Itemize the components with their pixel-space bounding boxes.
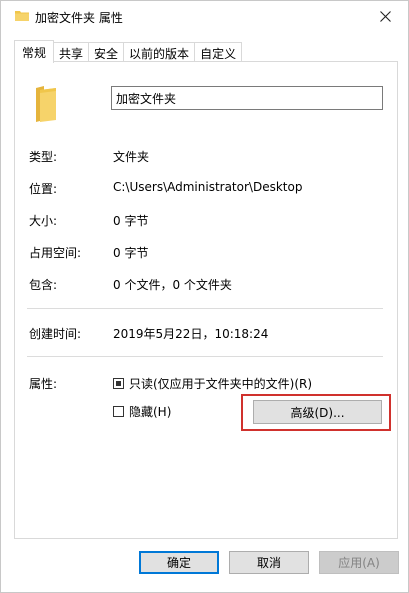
location-value: C:\Users\Administrator\Desktop (113, 180, 303, 194)
created-value: 2019年5月22日，10:18:24 (113, 327, 269, 341)
divider (27, 308, 383, 309)
tab-strip: 常规 共享 安全 以前的版本 自定义 (14, 40, 243, 63)
title-bar[interactable]: 加密文件夹 属性 (1, 1, 408, 31)
size-label: 大小: (29, 214, 58, 228)
tab-previous-versions[interactable]: 以前的版本 (123, 42, 196, 63)
created-label: 创建时间: (29, 327, 82, 341)
size-on-disk-value: 0 字节 (113, 246, 149, 260)
readonly-checkbox[interactable] (113, 378, 124, 389)
folder-icon (15, 11, 29, 21)
tab-label: 自定义 (200, 46, 237, 61)
ok-button[interactable]: 确定 (139, 551, 219, 574)
apply-button[interactable]: 应用(A) (319, 551, 399, 574)
type-value: 文件夹 (113, 150, 150, 164)
location-label: 位置: (29, 182, 58, 196)
advanced-button[interactable]: 高级(D)... (253, 400, 382, 424)
divider (27, 356, 383, 357)
hidden-label[interactable]: 隐藏(H) (129, 403, 171, 420)
folder-icon (36, 86, 56, 122)
window-title: 加密文件夹 属性 (35, 11, 123, 25)
attributes-label: 属性: (29, 377, 58, 391)
contains-label: 包含: (29, 278, 58, 292)
tab-label: 共享 (59, 46, 84, 61)
cancel-button[interactable]: 取消 (229, 551, 309, 574)
folder-name-input[interactable] (111, 86, 383, 110)
properties-dialog: 加密文件夹 属性 常规 共享 安全 以前的版本 自定义 类型: 文件夹 位置: … (0, 0, 409, 593)
general-tab-panel: 类型: 文件夹 位置: C:\Users\Administrator\Deskt… (14, 61, 398, 539)
close-icon (379, 10, 391, 22)
size-on-disk-label: 占用空间: (29, 246, 82, 260)
tab-general[interactable]: 常规 (14, 40, 55, 63)
tab-customize[interactable]: 自定义 (194, 42, 243, 63)
close-button[interactable] (362, 1, 408, 31)
tab-label: 常规 (22, 45, 47, 60)
tab-security[interactable]: 安全 (88, 42, 125, 63)
readonly-label[interactable]: 只读(仅应用于文件夹中的文件)(R) (129, 375, 312, 392)
type-label: 类型: (29, 150, 58, 164)
hidden-checkbox[interactable] (113, 406, 124, 417)
size-value: 0 字节 (113, 214, 149, 228)
tab-label: 以前的版本 (129, 46, 190, 61)
tab-label: 安全 (94, 46, 119, 61)
contains-value: 0 个文件，0 个文件夹 (113, 278, 232, 292)
tab-sharing[interactable]: 共享 (53, 42, 90, 63)
